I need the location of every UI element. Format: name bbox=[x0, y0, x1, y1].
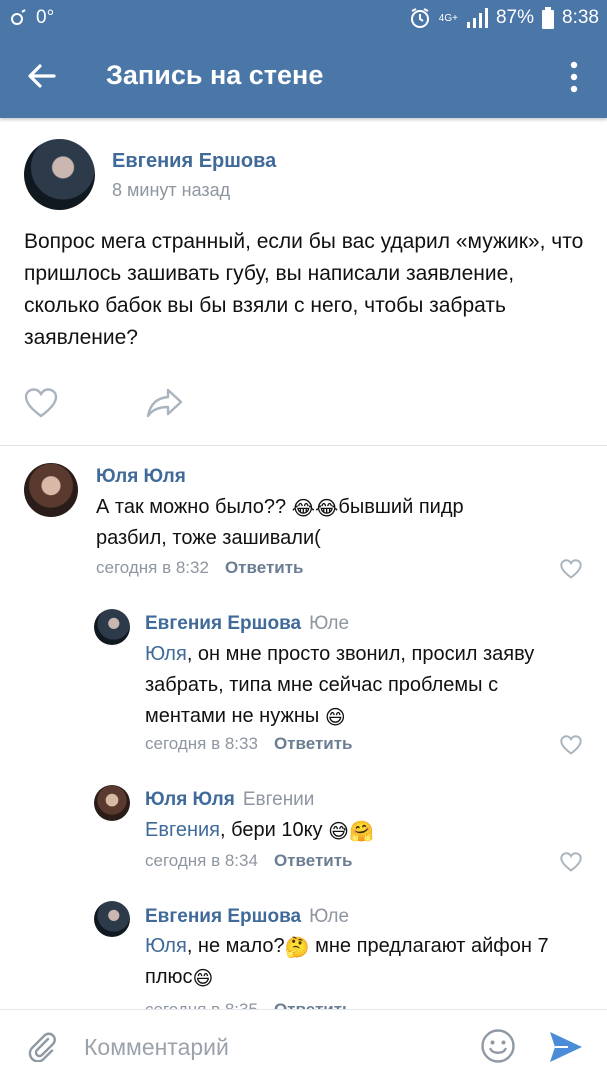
thinking-emoji: 🤔 bbox=[284, 937, 310, 959]
paperclip-icon[interactable] bbox=[26, 1030, 58, 1062]
comment-author-name[interactable]: Юля Юля bbox=[96, 466, 186, 488]
post-timestamp: 8 минут назад bbox=[112, 180, 231, 200]
alarm-icon bbox=[410, 8, 429, 28]
comment-text: Евгения, бери 10ку 😅🤗 bbox=[145, 819, 374, 843]
comment-timestamp: сегодня в 8:32 bbox=[96, 558, 209, 577]
comment-author-avatar[interactable] bbox=[94, 901, 130, 937]
comment-like-heart-icon[interactable] bbox=[560, 735, 582, 755]
comment-author-name[interactable]: Юля Юля Евгении bbox=[145, 789, 314, 811]
battery-percent: 87% bbox=[495, 7, 535, 28]
network-type: 4G+ bbox=[438, 12, 458, 24]
comment-author-name[interactable]: Евгения Ершова Юле bbox=[145, 613, 349, 635]
post-author-avatar[interactable] bbox=[24, 139, 95, 210]
comment-like-heart-icon[interactable] bbox=[560, 559, 582, 579]
grinning-emoji: 😄 bbox=[192, 968, 214, 990]
weather-icon bbox=[11, 9, 26, 25]
comment-meta: сегодня в 8:32 Ответить bbox=[96, 558, 304, 578]
reply-button[interactable]: Ответить bbox=[274, 851, 353, 870]
smile-icon[interactable] bbox=[480, 1028, 516, 1064]
grinning-emoji: 😄 bbox=[324, 707, 346, 729]
app-bar: Запись на стене bbox=[0, 36, 607, 118]
reply-to-name: Юле bbox=[309, 906, 350, 927]
reply-to-name: Евгении bbox=[242, 789, 315, 810]
reply-to-name: Юле bbox=[309, 613, 350, 634]
post-author-name[interactable]: Евгения Ершова bbox=[112, 150, 276, 173]
divider bbox=[0, 445, 607, 446]
share-arrow-icon[interactable] bbox=[146, 387, 184, 419]
comment-text: А так можно было?? 😂😂бывший пидр разбил,… bbox=[96, 496, 464, 549]
laughing-tears-emoji: 😂😂 bbox=[291, 498, 339, 520]
mention-link[interactable]: Юля bbox=[145, 935, 187, 957]
comment-author-avatar[interactable] bbox=[94, 785, 130, 821]
temperature-text: 0° bbox=[36, 7, 55, 28]
clock: 8:38 bbox=[562, 7, 599, 28]
more-vertical-icon[interactable] bbox=[560, 60, 588, 94]
post-text: Вопрос мега странный, если бы вас ударил… bbox=[24, 230, 584, 349]
comment-meta: сегодня в 8:34 Ответить bbox=[145, 851, 353, 871]
mention-link[interactable]: Евгения bbox=[145, 819, 220, 841]
comment-bar bbox=[0, 1009, 607, 1080]
comment-timestamp: сегодня в 8:34 bbox=[145, 851, 258, 870]
reply-button[interactable]: Ответить bbox=[225, 558, 304, 577]
mention-link[interactable]: Юля bbox=[145, 643, 187, 665]
back-arrow-icon[interactable] bbox=[26, 60, 58, 92]
status-bar: 0° 4G+ 87% 8:38 bbox=[0, 0, 607, 36]
comment-like-heart-icon[interactable] bbox=[560, 852, 582, 872]
signal-icon bbox=[466, 8, 488, 28]
send-icon[interactable] bbox=[548, 1030, 584, 1064]
sweat-smile-hug-emoji: 😅🤗 bbox=[328, 821, 374, 843]
comment-meta: сегодня в 8:33 Ответить bbox=[145, 734, 353, 754]
page-title: Запись на стене bbox=[106, 60, 324, 90]
comment-input[interactable] bbox=[84, 1030, 464, 1064]
like-heart-icon[interactable] bbox=[24, 388, 58, 418]
comment-author-name[interactable]: Евгения Ершова Юле bbox=[145, 906, 349, 928]
comment-text: Юля, не мало?🤔 мне предлагают айфон 7 пл… bbox=[145, 935, 549, 990]
comment-author-avatar[interactable] bbox=[24, 463, 78, 517]
reply-button[interactable]: Ответить bbox=[274, 734, 353, 753]
comment-text: Юля, он мне просто звонил, просил заяву … bbox=[145, 643, 535, 729]
battery-icon bbox=[542, 7, 555, 29]
comment-author-avatar[interactable] bbox=[94, 609, 130, 645]
comment-timestamp: сегодня в 8:33 bbox=[145, 734, 258, 753]
